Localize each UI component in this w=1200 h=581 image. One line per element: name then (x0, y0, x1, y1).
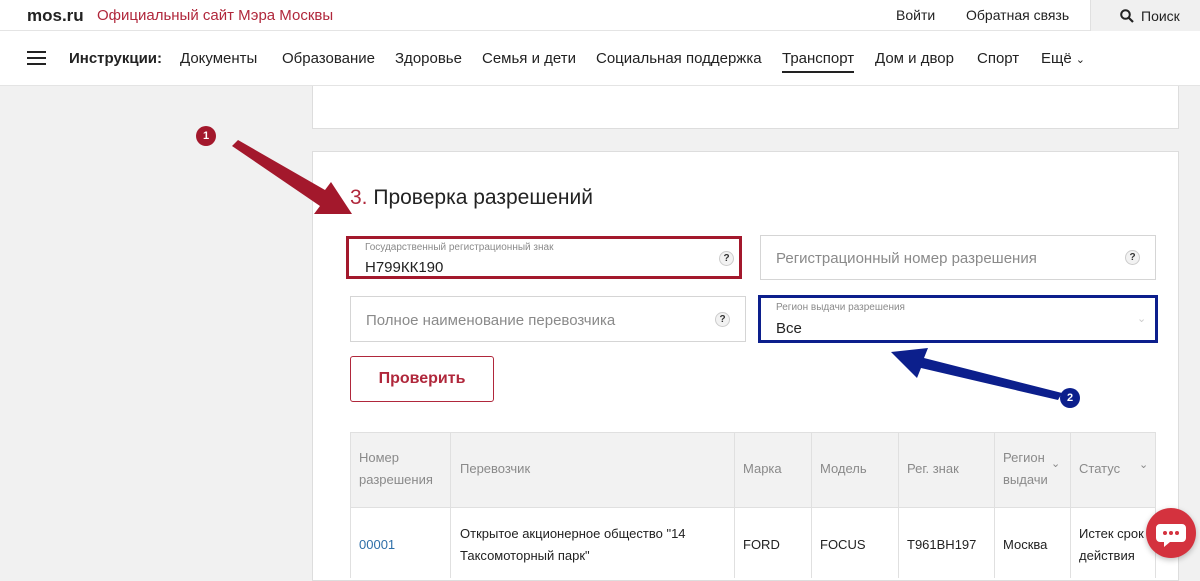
chat-icon (1156, 524, 1186, 547)
red-arrow (232, 140, 352, 214)
annotation-badge-1: 1 (196, 126, 216, 146)
blue-arrow (891, 348, 1062, 400)
annotation-badge-2: 2 (1060, 388, 1080, 408)
annotation-arrows (232, 140, 1062, 400)
chat-button[interactable] (1146, 508, 1196, 558)
